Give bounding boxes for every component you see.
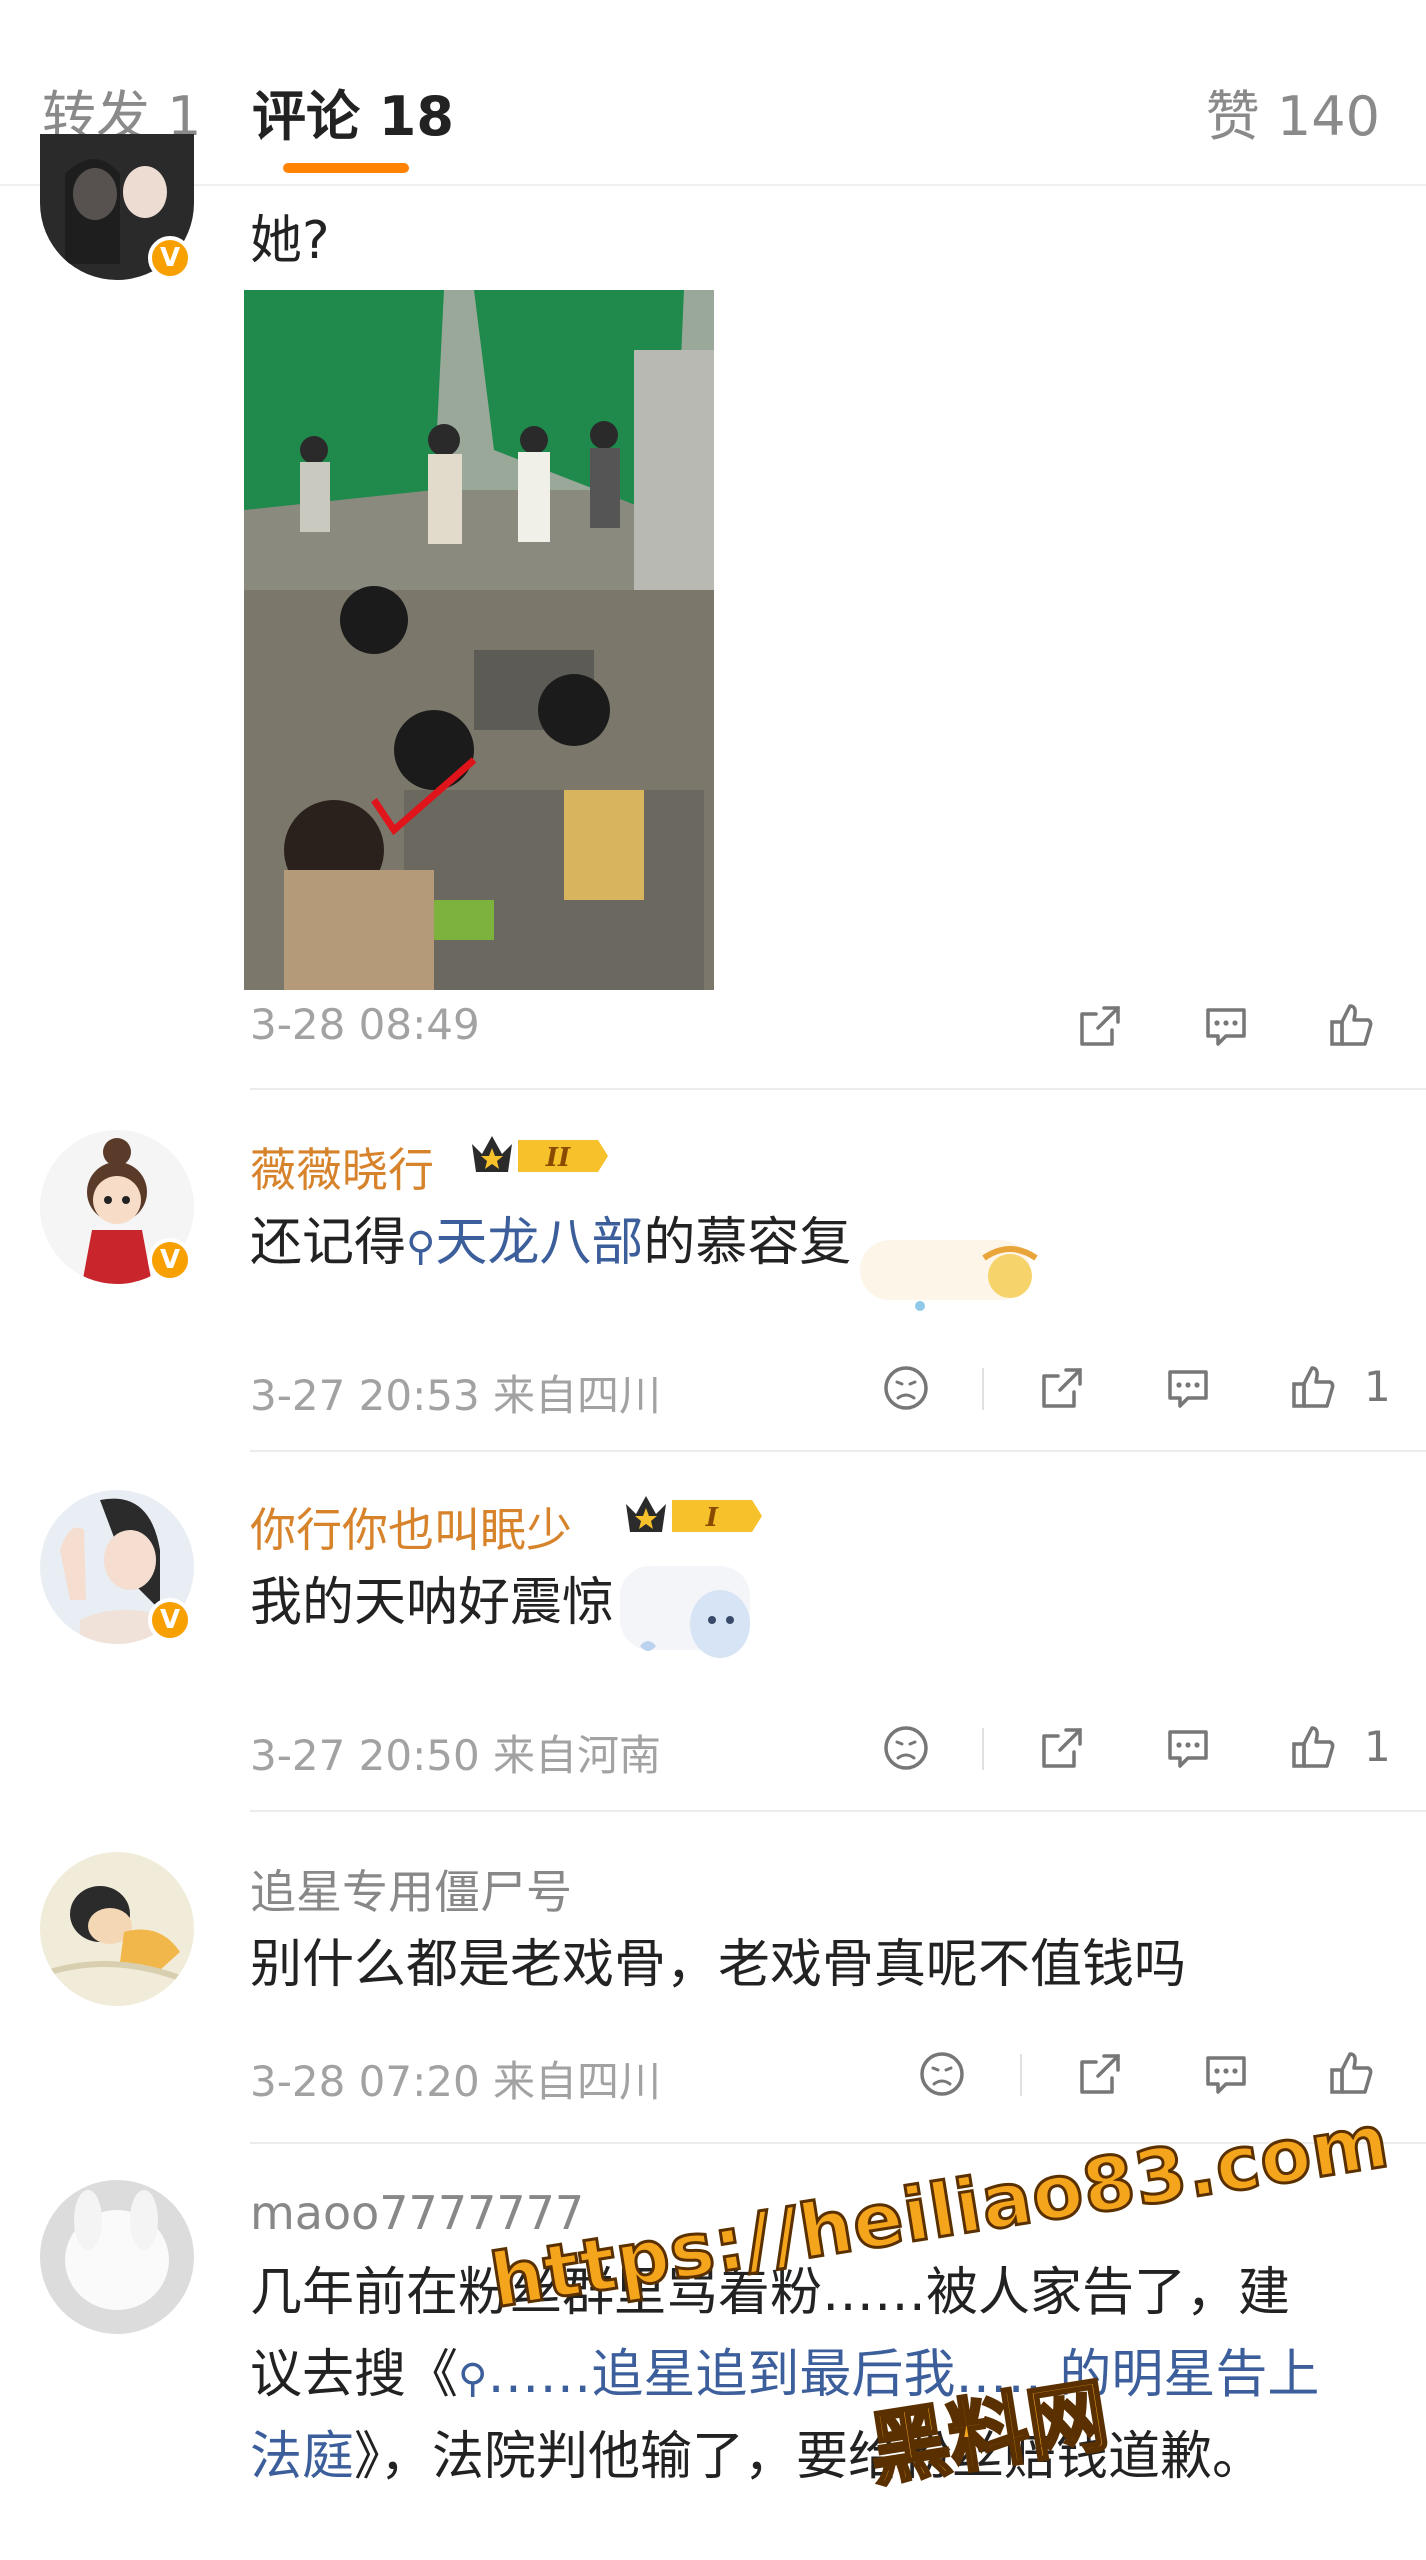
active-tab-indicator: [283, 163, 409, 173]
divider: [250, 1810, 1426, 1812]
username[interactable]: 你行你也叫眠少: [250, 1494, 572, 1560]
divider: [250, 1450, 1426, 1452]
tab-comments[interactable]: 评论 18: [252, 72, 454, 151]
search-icon: ⚲: [458, 2356, 488, 2402]
avatar[interactable]: [40, 1852, 194, 2006]
divider: [250, 1088, 1426, 1090]
divider: [1020, 2054, 1022, 2096]
svg-text:I: I: [705, 1503, 719, 1533]
reply-icon[interactable]: [1162, 1722, 1214, 1774]
svg-text:II: II: [545, 1143, 571, 1173]
dislike-icon[interactable]: [880, 1362, 932, 1414]
comment-photo[interactable]: [244, 290, 714, 990]
comment-text: 还记得⚲天龙八部的慕容复: [250, 1213, 852, 1273]
dislike-icon[interactable]: [916, 2048, 968, 2100]
share-icon[interactable]: [1036, 1362, 1088, 1414]
like-icon[interactable]: [1288, 1362, 1340, 1414]
like-icon[interactable]: [1288, 1722, 1340, 1774]
member-crown-icon: I: [626, 1496, 762, 1533]
search-icon: ⚲: [406, 1224, 436, 1270]
like-count: 1: [1364, 1722, 1391, 1771]
verified-badge-icon: V: [148, 1598, 192, 1642]
verified-badge-icon: V: [148, 236, 192, 280]
share-icon[interactable]: [1036, 1722, 1088, 1774]
reply-icon[interactable]: [1162, 1362, 1214, 1414]
comment-meta: 3-28 07:20 来自四川: [250, 2057, 662, 2106]
topic-link[interactable]: ⚲天龙八部: [406, 1213, 643, 1273]
like-count: 1: [1364, 1362, 1391, 1411]
tab-likes[interactable]: 赞 140: [1206, 72, 1380, 151]
comment-text: 她?: [250, 211, 330, 271]
username[interactable]: 追星专用僵尸号: [250, 1856, 572, 1922]
reply-icon[interactable]: [1200, 1000, 1252, 1052]
topic-link[interactable]: 法庭: [250, 2427, 354, 2487]
comment-text: 别什么都是老戏骨，老戏骨真呢不值钱吗: [250, 1935, 1187, 1995]
verified-badge-icon: V: [148, 1238, 192, 1282]
like-icon[interactable]: [1326, 2048, 1378, 2100]
username[interactable]: 薇薇晓行: [250, 1134, 434, 1200]
comment-text: 我的天呐好震惊: [250, 1573, 615, 1633]
divider: [982, 1368, 984, 1410]
comment-text-line: 议去搜《⚲……追星追到最后我……的明星告上: [250, 2345, 1320, 2405]
dislike-icon[interactable]: [880, 1722, 932, 1774]
bottom-bar: [0, 2520, 1426, 2560]
comment-meta: 3-27 20:53 来自四川: [250, 1371, 662, 1420]
like-icon[interactable]: [1326, 1000, 1378, 1052]
share-icon[interactable]: [1074, 1000, 1126, 1052]
comment-sticker: [860, 1240, 1038, 1311]
reply-icon[interactable]: [1200, 2048, 1252, 2100]
divider: [982, 1728, 984, 1770]
comment-sticker: [620, 1566, 750, 1658]
comment-time: 3-28 08:49: [250, 1000, 480, 1049]
share-icon[interactable]: [1074, 2048, 1126, 2100]
comment-meta: 3-27 20:50 来自河南: [250, 1731, 662, 1780]
avatar[interactable]: [40, 2180, 194, 2334]
comment-tabs: 转发 1 评论 18 赞 140: [0, 0, 1426, 186]
member-crown-icon: II: [472, 1136, 608, 1173]
